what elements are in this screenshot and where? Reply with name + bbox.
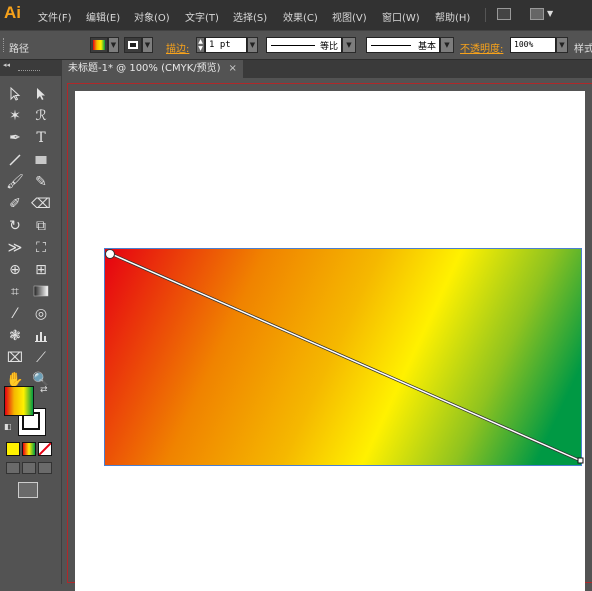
column-graph-tool-icon[interactable] (30, 326, 52, 346)
color-mode-icon[interactable] (6, 442, 20, 456)
collapse-icon[interactable]: ◂◂ (3, 61, 10, 69)
menu-bar: Ai 文件(F) 编辑(E) 对象(O) 文字(T) 选择(S) 效果(C) 视… (0, 0, 592, 30)
opacity-panel-link[interactable]: 不透明度: (460, 40, 503, 55)
type-tool-icon[interactable]: T (30, 128, 52, 148)
stroke-weight-input[interactable]: 1 pt (205, 37, 247, 53)
style-label[interactable]: 样式 (574, 40, 592, 55)
opacity-dropdown-arrow[interactable]: ▼ (556, 37, 568, 53)
menu-object[interactable]: 对象(O) (134, 9, 170, 24)
arrange-documents-icon[interactable] (530, 8, 544, 20)
rectangle-tool-icon[interactable] (30, 150, 52, 170)
brush-label: 基本 (417, 42, 436, 52)
stroke-panel-link[interactable]: 描边: (166, 40, 189, 55)
screen-mode-icon[interactable] (18, 482, 38, 498)
menu-select[interactable]: 选择(S) (233, 9, 267, 24)
artboard[interactable] (75, 91, 585, 591)
menu-window[interactable]: 窗口(W) (382, 9, 420, 24)
brush-preview-line (371, 45, 411, 46)
mesh-tool-icon[interactable]: ⌗ (4, 282, 26, 302)
fill-dropdown-arrow[interactable]: ▼ (108, 37, 119, 53)
menu-type[interactable]: 文字(T) (185, 9, 219, 24)
fill-color-swatch[interactable] (4, 386, 34, 416)
slice-tool-icon[interactable]: ⟋ (30, 348, 52, 368)
fill-gradient-swatch (93, 40, 105, 50)
gradient-origin-handle (105, 249, 115, 259)
tools-panel: ◂◂ ✶ ℛ ✒ T 🖌 ✎ ✐ ⌫ ↻ ⧉ ≫ ⛶ ⊕ ⊞ ⌗ ⁄ ◎ ❃ ⌧… (0, 60, 62, 584)
gradient-mode-icon[interactable] (22, 442, 36, 456)
paintbrush-tool-icon[interactable]: 🖌 (4, 172, 26, 192)
document-tab[interactable]: 未标题-1* @ 100% (CMYK/预览) × (62, 60, 243, 78)
free-transform-tool-icon[interactable]: ⛶ (30, 238, 52, 258)
variable-width-profile-select[interactable]: 等比 (266, 37, 342, 53)
gradient-tool-icon[interactable] (30, 282, 52, 302)
control-bar: 路径 ▼ ▼ 描边: ▲ ▼ 1 pt ▼ 等比 ▼ 基本 ▼ 不透明度: 100… (0, 30, 592, 60)
profile-preview-line (271, 45, 315, 46)
chevron-down-icon[interactable]: ▼ (547, 9, 553, 18)
blend-tool-icon[interactable]: ◎ (30, 304, 52, 324)
stroke-dropdown-arrow[interactable]: ▼ (142, 37, 153, 53)
stroke-weight-stepper[interactable]: ▲ ▼ (196, 37, 205, 53)
line-tool-icon[interactable] (4, 150, 26, 170)
tools-panel-header: ◂◂ (0, 60, 62, 76)
profile-label: 等比 (319, 42, 338, 52)
menu-file[interactable]: 文件(F) (38, 9, 72, 24)
stroke-color-button[interactable] (124, 37, 142, 53)
rotate-tool-icon[interactable]: ↻ (4, 216, 26, 236)
menu-edit[interactable]: 编辑(E) (86, 9, 120, 24)
brush-dropdown-arrow[interactable]: ▼ (440, 37, 454, 53)
app-logo: Ai (4, 3, 21, 22)
opacity-input[interactable]: 100% (510, 37, 556, 53)
close-icon[interactable]: × (229, 63, 237, 74)
stroke-weight-dropdown[interactable]: ▼ (247, 37, 258, 53)
gradient-end-handle (577, 457, 584, 464)
stroke-swatch (128, 41, 138, 49)
draw-behind-icon[interactable] (22, 462, 36, 474)
draw-normal-icon[interactable] (6, 462, 20, 474)
menu-help[interactable]: 帮助(H) (435, 9, 470, 24)
profile-dropdown-arrow[interactable]: ▼ (342, 37, 356, 53)
artboard-tool-icon[interactable]: ⌧ (4, 348, 26, 368)
panel-grip[interactable] (18, 70, 40, 73)
width-tool-icon[interactable]: ≫ (4, 238, 26, 258)
draw-inside-icon[interactable] (38, 462, 52, 474)
magic-wand-tool-icon[interactable]: ✶ (4, 106, 26, 126)
document-tab-strip: 未标题-1* @ 100% (CMYK/预览) × (62, 60, 592, 78)
menu-view[interactable]: 视图(V) (332, 9, 367, 24)
brush-definition-select[interactable]: 基本 (366, 37, 440, 53)
selection-tool-icon[interactable] (4, 84, 26, 104)
perspective-grid-tool-icon[interactable]: ⊞ (30, 260, 52, 280)
eyedropper-tool-icon[interactable]: ⁄ (4, 304, 26, 324)
lasso-tool-icon[interactable]: ℛ (30, 106, 52, 126)
pen-tool-icon[interactable]: ✒ (4, 128, 26, 148)
swap-fill-stroke-icon[interactable]: ⇄ (40, 385, 48, 395)
fill-color-button[interactable] (90, 37, 108, 53)
gradient-annotator-line (108, 252, 582, 462)
selection-type-label: 路径 (9, 44, 29, 55)
gradient-annotator[interactable] (105, 249, 585, 469)
scale-tool-icon[interactable]: ⧉ (30, 216, 52, 236)
default-colors-icon[interactable]: ◧ (4, 422, 12, 431)
canvas-area[interactable] (62, 78, 592, 591)
grip-icon (3, 38, 6, 52)
document-tab-title: 未标题-1* @ 100% (CMYK/预览) (68, 63, 221, 74)
menu-effect[interactable]: 效果(C) (283, 9, 318, 24)
direct-selection-tool-icon[interactable] (30, 84, 52, 104)
none-mode-icon[interactable] (38, 442, 52, 456)
bridge-icon[interactable] (497, 8, 511, 20)
blob-brush-tool-icon[interactable]: ✐ (4, 194, 26, 214)
pencil-tool-icon[interactable]: ✎ (30, 172, 52, 192)
eraser-tool-icon[interactable]: ⌫ (30, 194, 52, 214)
shape-builder-tool-icon[interactable]: ⊕ (4, 260, 26, 280)
symbol-sprayer-tool-icon[interactable]: ❃ (4, 326, 26, 346)
